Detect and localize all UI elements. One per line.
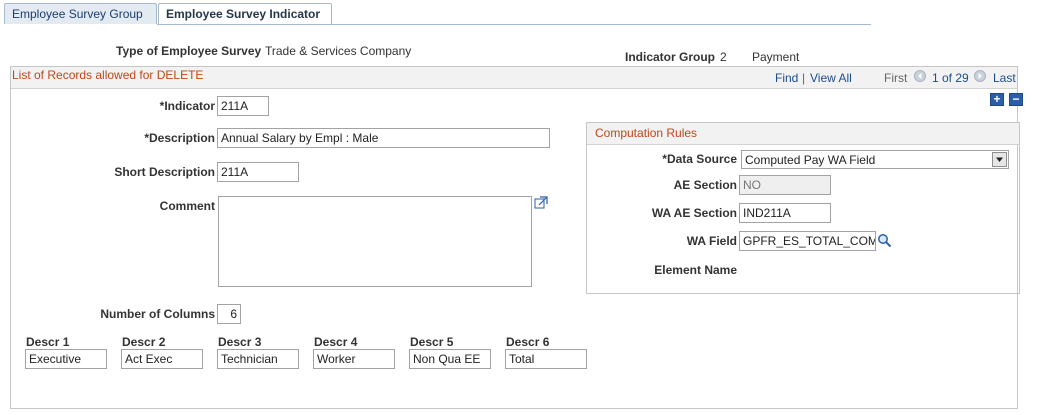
lookup-search-icon[interactable] (877, 233, 892, 248)
descr-5-input[interactable]: Non Qua EE (409, 349, 491, 369)
indicator-group-value: Payment (752, 50, 800, 64)
next-icon[interactable] (974, 70, 986, 82)
data-source-value: Computed Pay WA Field (745, 153, 876, 167)
wa-ae-section-input[interactable]: IND211A (739, 203, 831, 223)
descr-6-input[interactable]: Total (505, 349, 587, 369)
descr-3-label: Descr 3 (218, 335, 262, 349)
chevron-down-icon[interactable] (992, 152, 1007, 167)
indicator-label: *Indicator (159, 99, 215, 113)
wa-field-label: WA Field (686, 234, 737, 248)
add-row-button[interactable]: + (990, 93, 1004, 106)
description-input[interactable]: Annual Salary by Empl : Male (217, 128, 550, 148)
ae-section-label: AE Section (673, 178, 737, 192)
data-source-label: *Data Source (662, 152, 737, 166)
descr-1-input[interactable]: Executive (25, 349, 107, 369)
number-of-columns-label: Number of Columns (100, 307, 215, 321)
computation-rules-title: Computation Rules (595, 126, 698, 140)
survey-type-label: Type of Employee Survey (116, 44, 262, 58)
indicator-input[interactable]: 211A (217, 96, 269, 116)
element-name-label: Element Name (654, 263, 737, 277)
tab-employee-survey-group[interactable]: Employee Survey Group (4, 3, 157, 24)
last-link[interactable]: Last (993, 71, 1016, 85)
descr-3-input[interactable]: Technician (217, 349, 299, 369)
page-status: 1 of 29 (932, 71, 969, 85)
descr-2-input[interactable]: Act Exec (121, 349, 203, 369)
tab-underline (157, 24, 871, 25)
expand-icon[interactable] (534, 196, 548, 209)
survey-type-value: Trade & Services Company (265, 44, 412, 58)
comment-textarea[interactable] (218, 196, 532, 287)
ae-section-input: NO (739, 175, 831, 195)
indicator-group-number: 2 (720, 50, 727, 64)
tab-employee-survey-indicator[interactable]: Employee Survey Indicator (158, 3, 332, 25)
delete-row-button[interactable]: − (1009, 93, 1023, 106)
descr-5-label: Descr 5 (410, 335, 454, 349)
data-source-select[interactable]: Computed Pay WA Field (741, 150, 1009, 169)
indicator-group-label: Indicator Group (625, 50, 715, 64)
comment-label: Comment (159, 199, 215, 213)
previous-icon[interactable] (914, 70, 926, 82)
descr-4-label: Descr 4 (314, 335, 358, 349)
short-description-label: Short Description (114, 165, 215, 179)
description-label: *Description (144, 131, 215, 145)
grid-title: List of Records allowed for DELETE (12, 68, 204, 82)
descr-6-label: Descr 6 (506, 335, 550, 349)
descr-2-label: Descr 2 (122, 335, 166, 349)
find-link[interactable]: Find (775, 71, 798, 85)
short-description-input[interactable]: 211A (217, 162, 299, 182)
link-separator: | (802, 71, 806, 85)
view-all-link[interactable]: View All (810, 71, 852, 85)
wa-ae-section-label: WA AE Section (651, 206, 737, 220)
number-of-columns-input[interactable]: 6 (217, 304, 241, 324)
first-label: First (884, 71, 908, 85)
descr-4-input[interactable]: Worker (313, 349, 395, 369)
descr-1-label: Descr 1 (26, 335, 70, 349)
wa-field-input[interactable]: GPFR_ES_TOTAL_COM (739, 231, 876, 251)
